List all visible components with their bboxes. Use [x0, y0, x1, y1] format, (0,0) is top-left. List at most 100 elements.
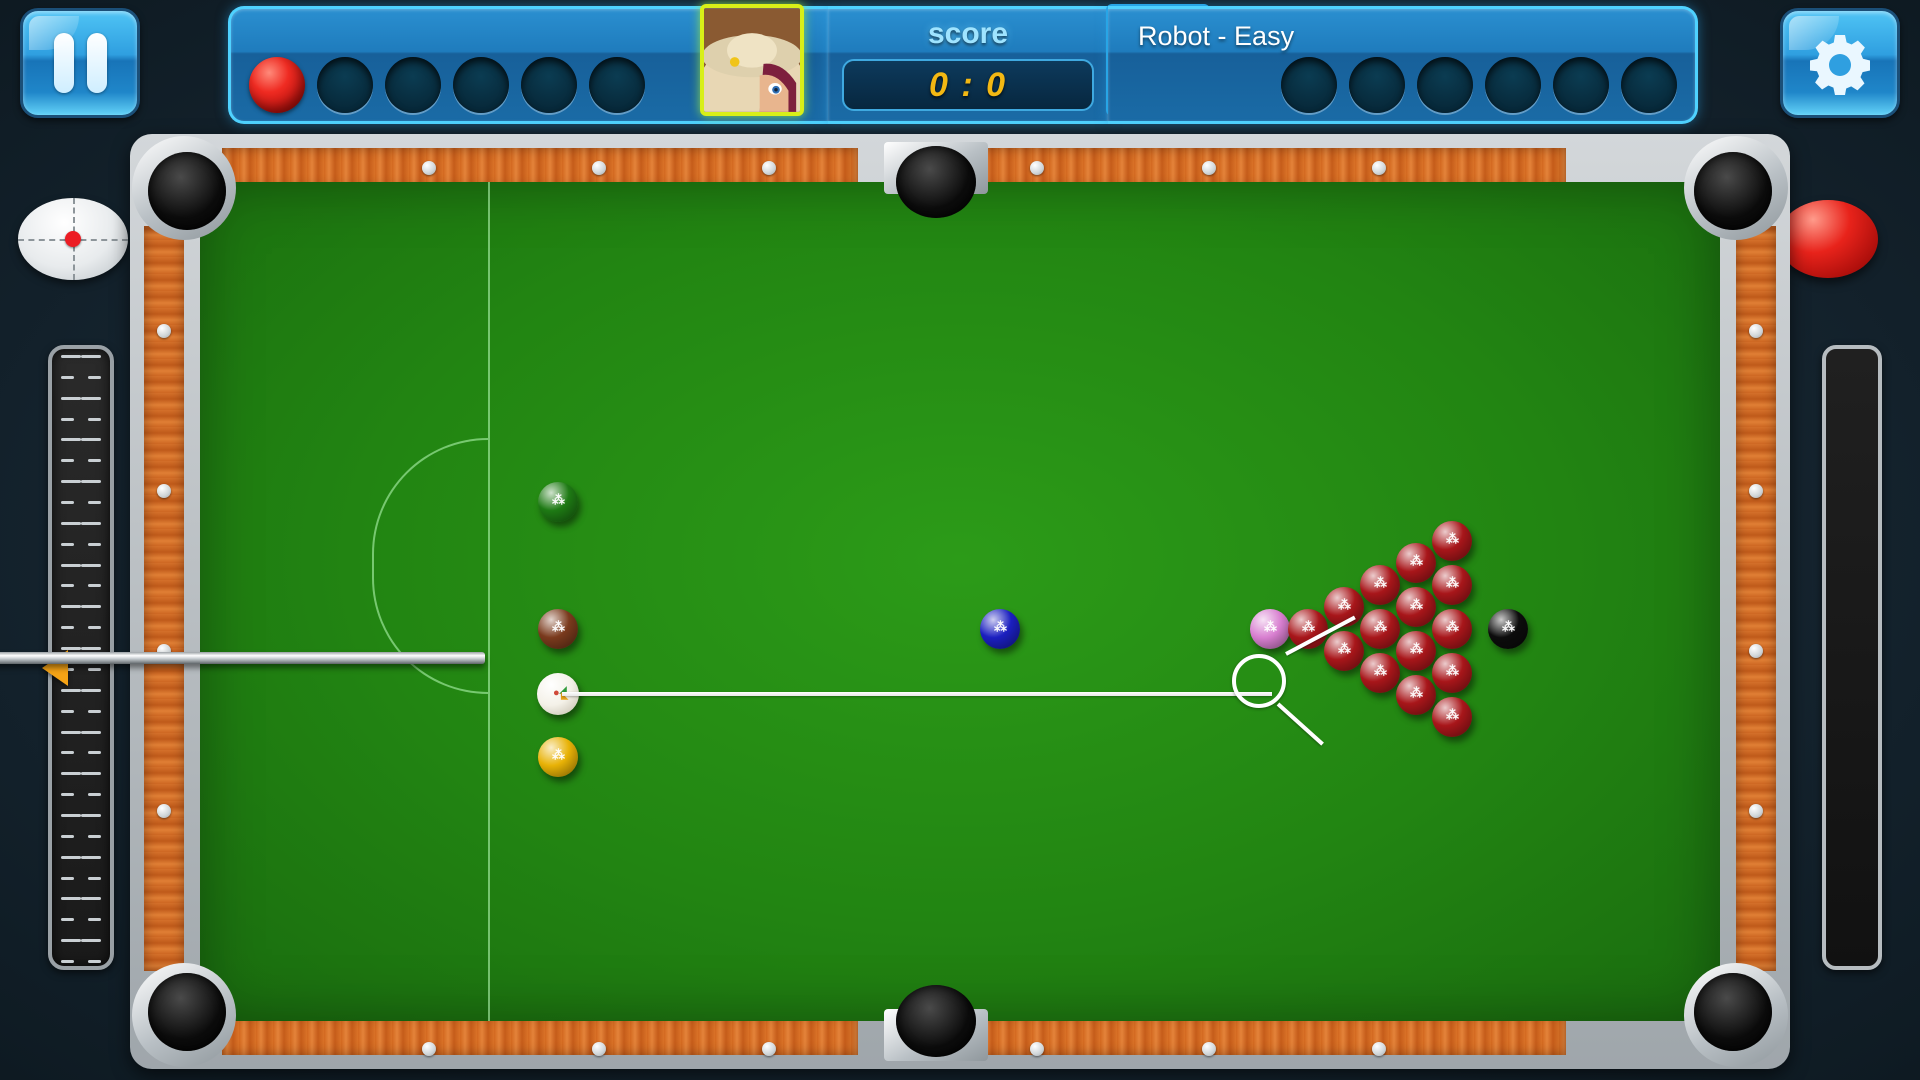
power-tick — [88, 501, 101, 505]
settings-button[interactable] — [1780, 8, 1900, 118]
power-tick — [61, 542, 74, 546]
ball-red-5[interactable]: ⁂ — [1360, 609, 1400, 649]
ball-brown[interactable]: ⁂ — [538, 609, 578, 649]
ball-yellow[interactable]: ⁂ — [538, 737, 578, 777]
power-tick — [61, 793, 74, 797]
ball-red-10[interactable]: ⁂ — [1396, 675, 1436, 715]
power-tick — [88, 667, 101, 671]
ball-red-4[interactable]: ⁂ — [1360, 565, 1400, 605]
score-box: 0 : 0 — [842, 59, 1094, 111]
power-tick — [61, 939, 81, 943]
aim-tick-lower — [1276, 702, 1324, 746]
power-tick — [61, 459, 74, 463]
ball-marking: ⁂ — [1410, 641, 1423, 657]
power-tick — [88, 960, 101, 963]
rail-sight-dot — [157, 804, 171, 818]
power-tick — [61, 480, 81, 484]
power-tick — [81, 355, 101, 358]
ball-marking: ⁂ — [1410, 553, 1423, 569]
player-ball-slot — [521, 57, 577, 113]
ball-red-15[interactable]: ⁂ — [1432, 697, 1472, 737]
ball-marking: ⁂ — [1446, 619, 1459, 635]
rail-bottom-right — [930, 1015, 1566, 1055]
pocket-top-middle[interactable] — [896, 146, 976, 218]
pocket-bottom-middle[interactable] — [896, 985, 976, 1057]
power-tick — [81, 521, 101, 525]
pause-icon — [23, 11, 137, 115]
ball-red-13[interactable]: ⁂ — [1432, 609, 1472, 649]
power-tick — [81, 396, 101, 400]
score-value: 0 : 0 — [928, 65, 1008, 104]
rail-sight-dot — [592, 1042, 606, 1056]
power-tick — [88, 584, 101, 588]
score-title: score — [927, 17, 1009, 50]
ball-marking: ⁂ — [552, 747, 565, 763]
aim-target-circle[interactable] — [1232, 654, 1286, 708]
rail-sight-dot — [422, 161, 436, 175]
pocket-bottom-left[interactable] — [148, 973, 226, 1051]
power-tick — [61, 772, 81, 776]
gear-icon — [1783, 11, 1897, 115]
ball-black[interactable]: ⁂ — [1488, 609, 1528, 649]
rail-sight-dot — [1030, 161, 1044, 175]
ball-marking: ⁂ — [1446, 707, 1459, 723]
player-ball-slots — [249, 57, 645, 113]
rail-sight-dot — [157, 484, 171, 498]
player-avatar[interactable] — [700, 4, 804, 116]
player-ball-slot — [385, 57, 441, 113]
ball-marking: ⁂ — [1410, 685, 1423, 701]
power-tick — [81, 647, 101, 651]
pocket-bottom-right[interactable] — [1694, 973, 1772, 1051]
ball-red-8[interactable]: ⁂ — [1396, 587, 1436, 627]
ball-marking: ⁂ — [1374, 619, 1387, 635]
pause-button[interactable] — [20, 8, 140, 118]
ball-marking: ⁂ — [1302, 619, 1315, 635]
ball-marking: ⁂ — [1446, 575, 1459, 591]
robot-ball-slot — [1417, 57, 1473, 113]
ball-red-11[interactable]: ⁂ — [1432, 521, 1472, 561]
power-tick — [81, 438, 101, 442]
power-tick — [61, 834, 74, 838]
ball-marking: ⁂ — [1374, 663, 1387, 679]
power-tick — [61, 855, 81, 859]
aim-guideline — [562, 692, 1272, 696]
power-tick — [81, 897, 101, 901]
robot-ball-slot — [1349, 57, 1405, 113]
power-tick — [88, 375, 101, 379]
pool-table[interactable]: ⁂ ⁂ ● ◢ ◣ ⁂ ⁂ ⁂ ⁂ ⁂ ⁂ ⁂ ⁂ ⁂ ⁂ ⁂ ⁂ ⁂ ⁂ ⁂ ⁂ ⁂ ⁂ ⁂ — [130, 134, 1790, 1069]
power-tick — [61, 417, 74, 421]
power-tick — [61, 501, 74, 505]
power-tick — [88, 918, 101, 922]
ball-red-12[interactable]: ⁂ — [1432, 565, 1472, 605]
ball-green[interactable]: ⁂ — [538, 482, 578, 522]
ball-red-9[interactable]: ⁂ — [1396, 631, 1436, 671]
cue-stick[interactable] — [0, 652, 485, 664]
power-tick — [81, 480, 101, 484]
rail-sight-dot — [1202, 1042, 1216, 1056]
ball-red-14[interactable]: ⁂ — [1432, 653, 1472, 693]
ball-marking: ⁂ — [1338, 641, 1351, 657]
ball-red-6[interactable]: ⁂ — [1360, 653, 1400, 693]
ball-marking: ⁂ — [994, 619, 1007, 635]
spin-dot[interactable] — [65, 231, 81, 247]
power-tick — [81, 688, 101, 692]
ball-red-7[interactable]: ⁂ — [1396, 543, 1436, 583]
ball-pink[interactable]: ⁂ — [1250, 609, 1290, 649]
table-cloth[interactable]: ⁂ ⁂ ● ◢ ◣ ⁂ ⁂ ⁂ ⁂ ⁂ ⁂ ⁂ ⁂ ⁂ ⁂ ⁂ ⁂ ⁂ ⁂ ⁂ ⁂ ⁂ ⁂ ⁂ — [200, 182, 1720, 1021]
power-tick — [61, 876, 74, 880]
top-hud: Player score 0 : 0 — [0, 0, 1920, 130]
spin-control[interactable] — [18, 198, 128, 280]
power-tick — [61, 918, 74, 922]
power-tick — [81, 772, 101, 776]
ball-blue[interactable]: ⁂ — [980, 609, 1020, 649]
power-tick — [88, 793, 101, 797]
player-ball-slot — [317, 57, 373, 113]
power-tick — [81, 939, 101, 943]
power-tick — [61, 438, 81, 442]
power-tick — [81, 563, 101, 567]
power-tick — [88, 876, 101, 880]
pocket-top-right[interactable] — [1694, 152, 1772, 230]
ball-red-3[interactable]: ⁂ — [1324, 631, 1364, 671]
pocket-top-left[interactable] — [148, 152, 226, 230]
robot-ball-slot — [1621, 57, 1677, 113]
